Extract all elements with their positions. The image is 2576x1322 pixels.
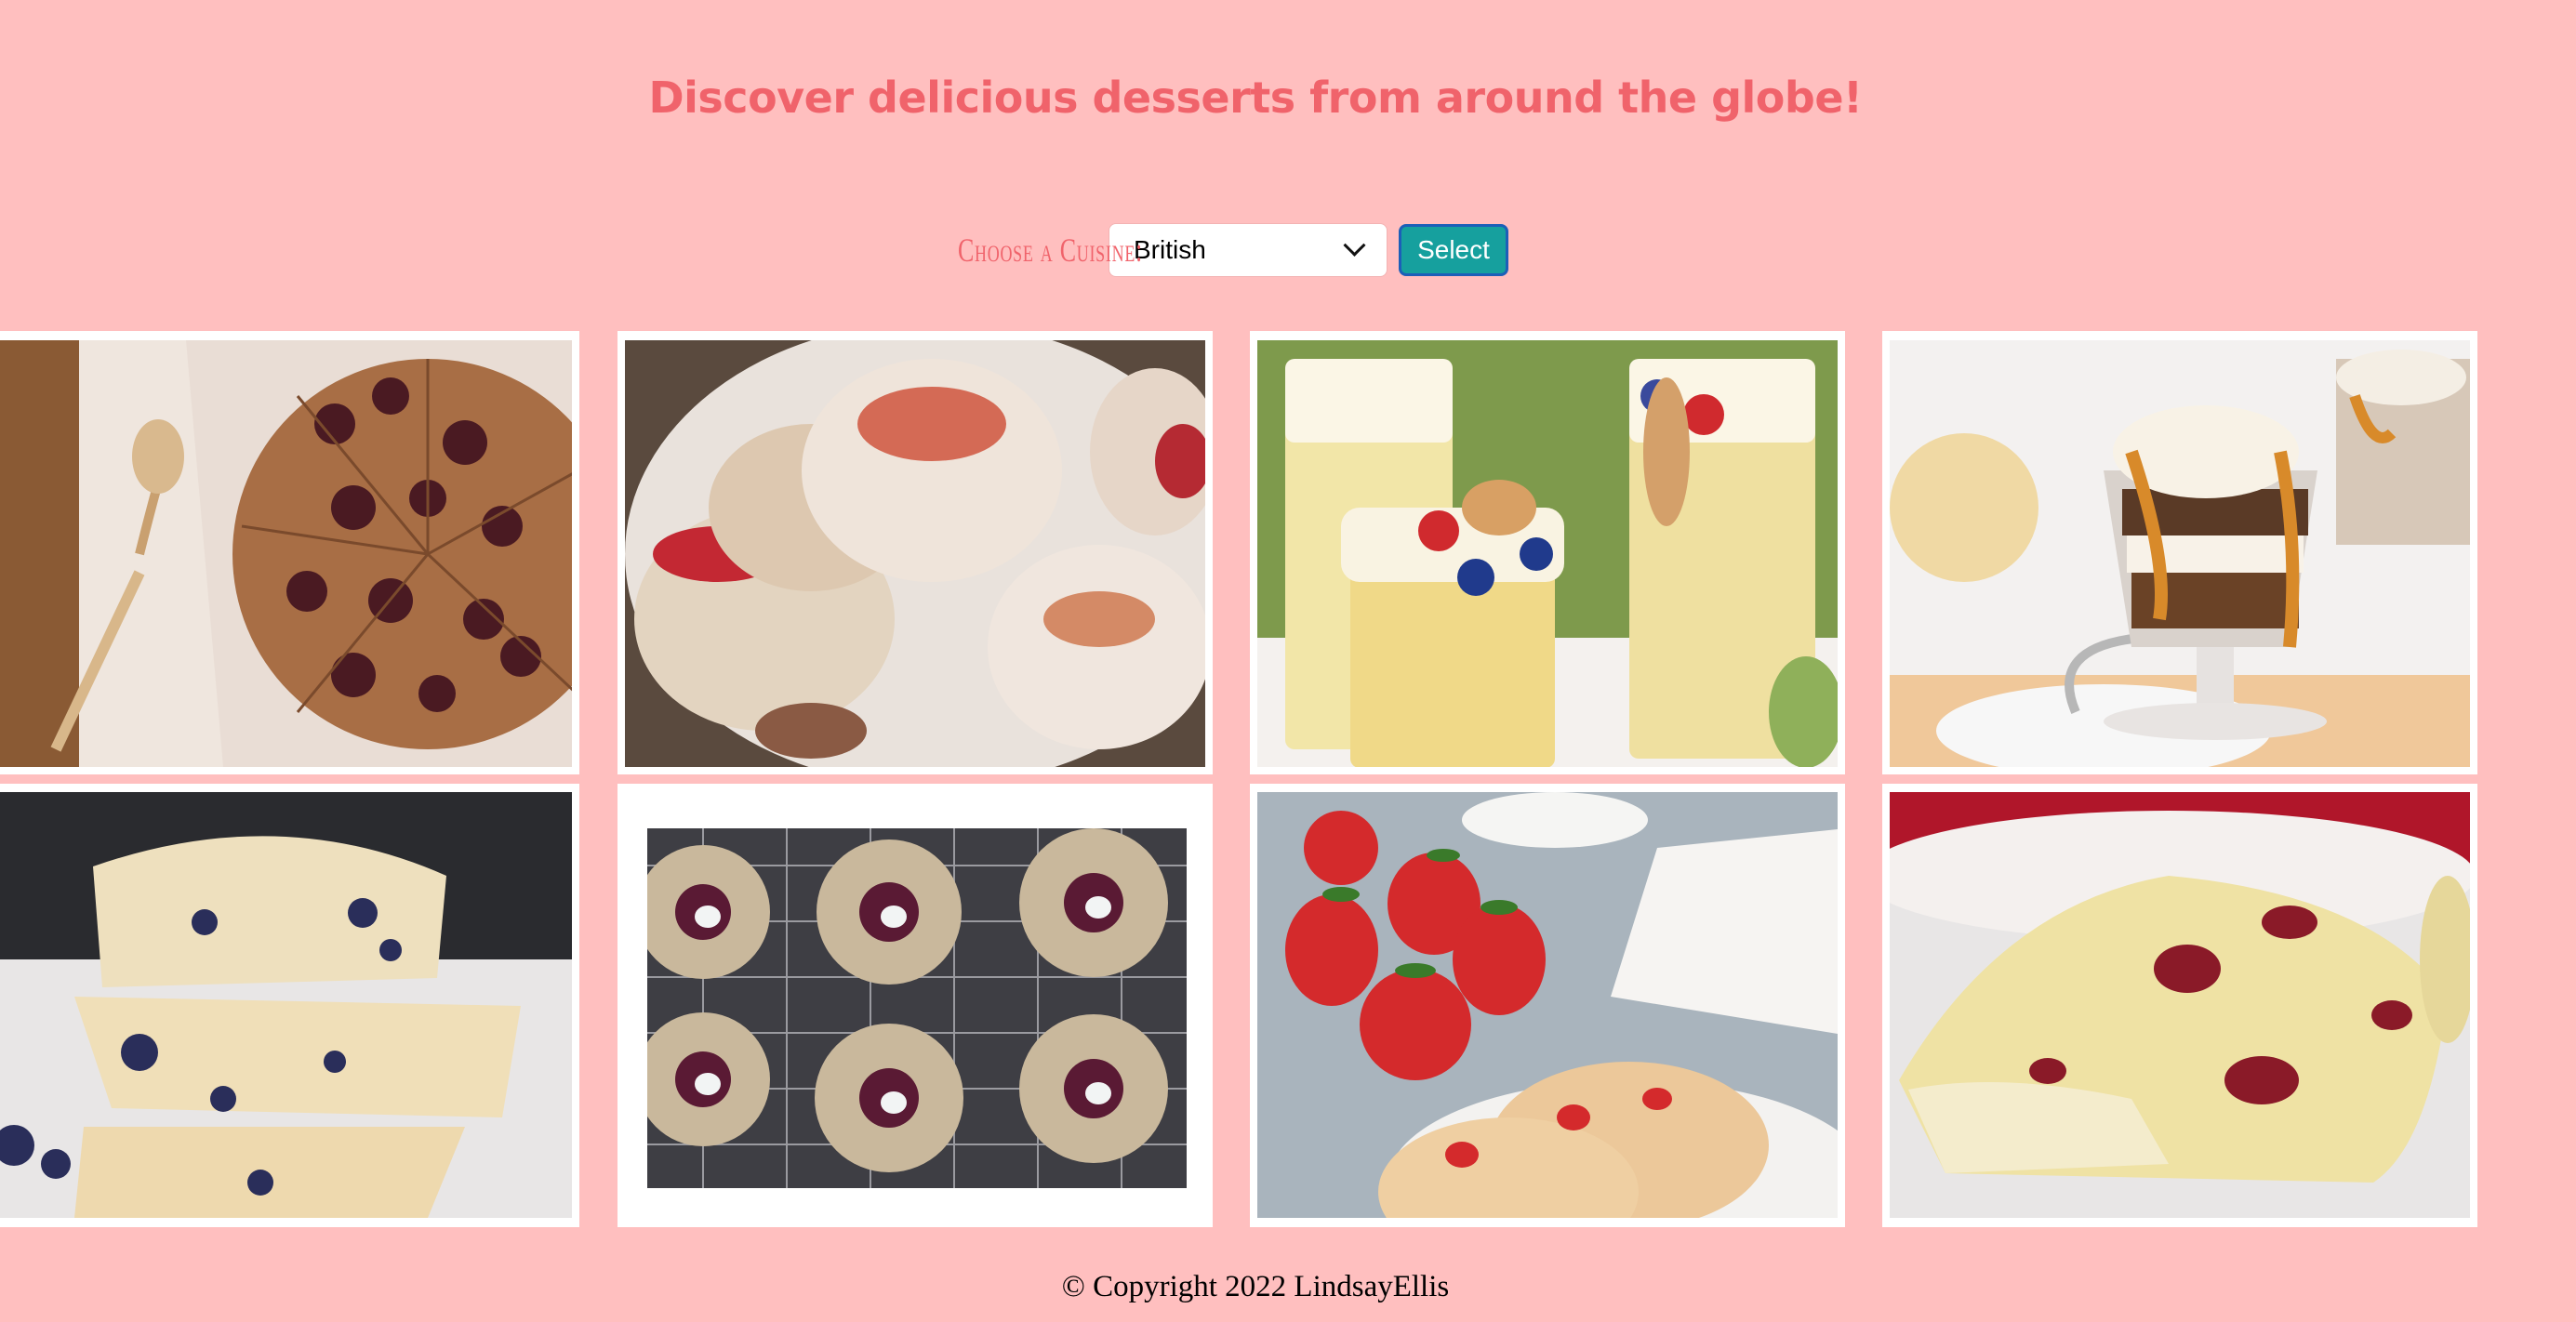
copyright-footer: © Copyright 2022 LindsayEllis: [1061, 1270, 1450, 1303]
cuisine-select[interactable]: British: [1109, 223, 1388, 277]
page-title: Discover delicious desserts from around …: [648, 73, 1863, 123]
dessert-image-cherry-scone: [0, 331, 579, 774]
dessert-image-strawberry-scones: [1250, 784, 1845, 1227]
select-button[interactable]: Select: [1399, 224, 1508, 276]
dessert-image-custard-trifle: [1250, 331, 1845, 774]
dessert-image-blueberry-scones: [0, 784, 579, 1227]
cuisine-select-value: British: [1134, 235, 1206, 264]
cuisine-label: Choose a Cuisine:: [958, 231, 1143, 269]
dessert-image-caramel-trifle: [1882, 331, 2477, 774]
dessert-image-thumbprint-scones: [617, 784, 1213, 1227]
chevron-down-icon: [1343, 233, 1366, 257]
cuisine-form: Choose a Cuisine: British Select: [958, 221, 1508, 279]
dessert-image-jam-scones: [617, 331, 1213, 774]
dessert-image-cranberry-scone: [1882, 784, 2477, 1227]
